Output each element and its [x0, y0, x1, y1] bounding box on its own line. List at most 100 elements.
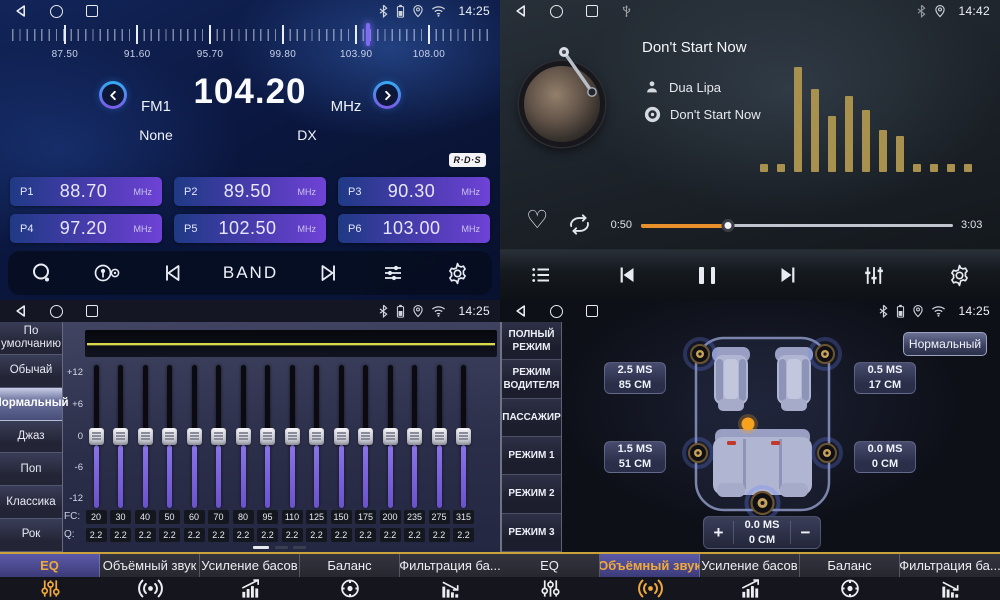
- tab-3[interactable]: Баланс: [300, 554, 400, 600]
- slider-handle[interactable]: [285, 428, 300, 445]
- delay-decrease-button[interactable]: −: [791, 523, 820, 543]
- pause-icon[interactable]: [699, 267, 715, 284]
- slider-handle[interactable]: [432, 428, 447, 445]
- rear-left-delay-button[interactable]: 1.5 MS 51 CM: [604, 441, 666, 473]
- preset-button-p1[interactable]: P188.70MHz: [10, 177, 162, 206]
- listening-mode-item-1[interactable]: РЕЖИМ ВОДИТЕЛЯ: [502, 360, 561, 398]
- recents-icon[interactable]: [586, 305, 598, 317]
- settings-gear-icon[interactable]: [947, 263, 972, 288]
- tab-4[interactable]: Фильтрация ба...: [900, 554, 1000, 600]
- slider-handle[interactable]: [260, 428, 275, 445]
- eq-band-slider[interactable]: [334, 365, 349, 508]
- delay-increase-button[interactable]: +: [704, 523, 733, 543]
- eq-band-slider[interactable]: [383, 365, 398, 508]
- eq-band-slider[interactable]: [162, 365, 177, 508]
- settings-gear-icon[interactable]: [445, 261, 470, 286]
- band-button[interactable]: BAND: [223, 263, 278, 283]
- slider-handle[interactable]: [456, 428, 471, 445]
- eq-band-slider[interactable]: [358, 365, 373, 508]
- playlist-icon[interactable]: [528, 263, 554, 287]
- preset-button-p4[interactable]: P497.20MHz: [10, 214, 162, 243]
- eq-preset-item-3[interactable]: Джаз: [0, 421, 62, 454]
- mixer-icon[interactable]: [380, 261, 406, 285]
- eq-mixer-icon[interactable]: [861, 263, 887, 288]
- tab-0[interactable]: EQ: [0, 554, 100, 600]
- eq-band-slider[interactable]: [89, 365, 104, 508]
- tab-1[interactable]: Объёмный звук: [600, 554, 700, 600]
- scan-icon[interactable]: [30, 261, 54, 285]
- listening-mode-item-3[interactable]: РЕЖИМ 1: [502, 437, 561, 475]
- back-icon[interactable]: [14, 4, 27, 18]
- broadcast-icon[interactable]: [93, 261, 121, 285]
- eq-band-slider[interactable]: [236, 365, 251, 508]
- repeat-icon[interactable]: [566, 212, 593, 242]
- eq-preset-item-5[interactable]: Классика: [0, 486, 62, 519]
- back-icon[interactable]: [514, 4, 527, 18]
- back-icon[interactable]: [14, 304, 27, 318]
- slider-handle[interactable]: [383, 428, 398, 445]
- preset-button-p6[interactable]: P6103.00MHz: [338, 214, 490, 243]
- slider-handle[interactable]: [138, 428, 153, 445]
- rear-right-delay-button[interactable]: 0.0 MS 0 CM: [854, 441, 916, 473]
- slider-handle[interactable]: [358, 428, 373, 445]
- previous-station-icon[interactable]: [160, 261, 184, 285]
- home-icon[interactable]: [50, 5, 63, 18]
- eq-band-slider[interactable]: [187, 365, 202, 508]
- home-icon[interactable]: [550, 5, 563, 18]
- slider-handle[interactable]: [89, 428, 104, 445]
- previous-track-icon[interactable]: [614, 263, 639, 287]
- eq-band-slider[interactable]: [285, 365, 300, 508]
- progress-thumb[interactable]: [722, 219, 735, 232]
- front-left-delay-button[interactable]: 2.5 MS 85 CM: [604, 362, 666, 394]
- tune-up-button[interactable]: [373, 81, 401, 109]
- eq-preset-item-0[interactable]: По умолчанию: [0, 322, 62, 355]
- tab-2[interactable]: Усиление басов: [200, 554, 300, 600]
- scrollbar-thumb[interactable]: [253, 546, 269, 549]
- tune-down-button[interactable]: [99, 81, 127, 109]
- progress-bar[interactable]: [641, 224, 953, 227]
- front-right-delay-button[interactable]: 0.5 MS 17 CM: [854, 362, 916, 394]
- preset-button-p3[interactable]: P390.30MHz: [338, 177, 490, 206]
- slider-handle[interactable]: [162, 428, 177, 445]
- eq-band-slider[interactable]: [432, 365, 447, 508]
- recents-icon[interactable]: [586, 5, 598, 17]
- next-station-icon[interactable]: [317, 261, 341, 285]
- next-track-icon[interactable]: [776, 263, 801, 287]
- radio-tuning-dial[interactable]: 87.5091.6095.7099.80103.90108.00: [12, 25, 488, 65]
- listening-mode-item-4[interactable]: РЕЖИМ 2: [502, 475, 561, 513]
- back-icon[interactable]: [514, 304, 527, 318]
- preset-button-p2[interactable]: P289.50MHz: [174, 177, 326, 206]
- home-icon[interactable]: [550, 305, 563, 318]
- home-icon[interactable]: [50, 305, 63, 318]
- tab-4[interactable]: Фильтрация ба...: [400, 554, 500, 600]
- eq-preset-item-6[interactable]: Рок: [0, 519, 62, 552]
- listening-mode-item-2[interactable]: ПАССАЖИР: [502, 399, 561, 437]
- recents-icon[interactable]: [86, 5, 98, 17]
- slider-handle[interactable]: [407, 428, 422, 445]
- tab-2[interactable]: Усиление басов: [700, 554, 800, 600]
- eq-band-slider[interactable]: [138, 365, 153, 508]
- slider-handle[interactable]: [334, 428, 349, 445]
- slider-handle[interactable]: [187, 428, 202, 445]
- tab-1[interactable]: Объёмный звук: [100, 554, 200, 600]
- eq-preset-item-2[interactable]: Нормальный: [0, 388, 62, 421]
- eq-band-slider[interactable]: [309, 365, 324, 508]
- favorite-heart-icon[interactable]: ♡: [526, 208, 548, 233]
- eq-preset-item-4[interactable]: Поп: [0, 453, 62, 486]
- eq-band-slider[interactable]: [113, 365, 128, 508]
- tab-3[interactable]: Баланс: [800, 554, 900, 600]
- listening-mode-item-5[interactable]: РЕЖИМ 3: [502, 514, 561, 552]
- eq-band-slider[interactable]: [407, 365, 422, 508]
- recents-icon[interactable]: [86, 305, 98, 317]
- slider-handle[interactable]: [236, 428, 251, 445]
- slider-handle[interactable]: [211, 428, 226, 445]
- tab-0[interactable]: EQ: [500, 554, 600, 600]
- slider-handle[interactable]: [113, 428, 128, 445]
- preset-button-p5[interactable]: P5102.50MHz: [174, 214, 326, 243]
- eq-band-slider[interactable]: [211, 365, 226, 508]
- eq-band-slider[interactable]: [456, 365, 471, 508]
- surround-preset-button[interactable]: Нормальный: [903, 332, 987, 356]
- eq-band-slider[interactable]: [260, 365, 275, 508]
- listening-mode-item-0[interactable]: ПОЛНЫЙ РЕЖИМ: [502, 322, 561, 360]
- eq-preset-item-1[interactable]: Обычай: [0, 355, 62, 388]
